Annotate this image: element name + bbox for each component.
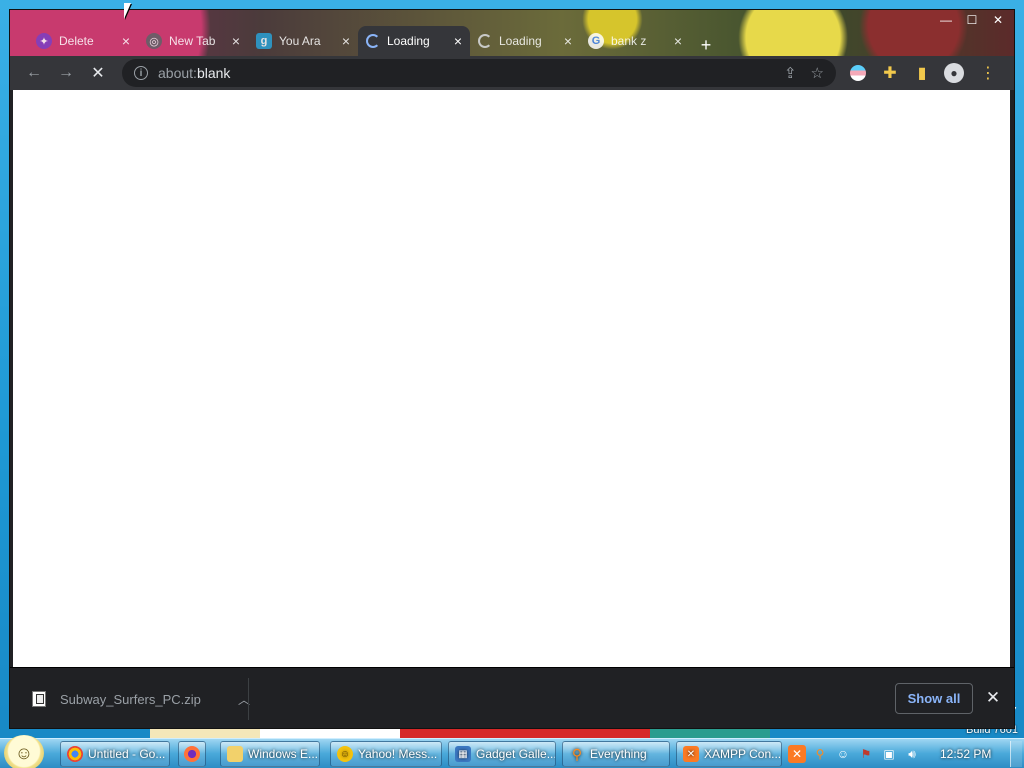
close-icon[interactable]: ×: [674, 34, 682, 48]
tab-label: Loading: [499, 34, 542, 48]
browser-toolbar: ← → ✕ i about:blank ⇪ ☆ ✚ ▮ ● ⋮: [10, 56, 1014, 90]
share-icon[interactable]: ⇪: [784, 64, 797, 82]
folder-icon: [227, 746, 243, 762]
stop-loading-icon[interactable]: ✕: [86, 61, 110, 85]
forward-arrow-icon[interactable]: →: [54, 61, 78, 85]
close-icon[interactable]: ×: [342, 34, 350, 48]
volume-icon[interactable]: 🔊︎: [903, 745, 921, 763]
info-icon[interactable]: i: [134, 66, 148, 80]
yahoo-tray-icon[interactable]: ☺: [834, 745, 852, 763]
taskbar-gadget-gallery[interactable]: ▦ Gadget Galle...: [448, 741, 556, 767]
close-download-shelf-icon[interactable]: ✕: [982, 687, 1004, 709]
taskbar-label: Yahoo! Mess...: [358, 747, 438, 761]
back-arrow-icon[interactable]: ←: [22, 61, 46, 85]
extension-flag-icon[interactable]: [846, 61, 870, 85]
tab-bank[interactable]: G bank z ×: [580, 26, 690, 56]
start-button[interactable]: ☺: [4, 735, 44, 768]
close-icon[interactable]: ×: [122, 34, 130, 48]
url-path: blank: [196, 65, 231, 81]
tab-you-ara[interactable]: g You Ara ×: [248, 26, 358, 56]
chrome-window: — ☐ ✕ ✦ Delete × ◎ New Tab × g You Ara ×: [10, 10, 1014, 728]
tab-loading[interactable]: Loading ×: [470, 26, 580, 56]
url-text[interactable]: about:blank: [158, 65, 230, 81]
zip-file-icon: [32, 691, 46, 707]
tab-new-tab[interactable]: ◎ New Tab ×: [138, 26, 248, 56]
close-icon[interactable]: ×: [232, 34, 240, 48]
show-desktop-button[interactable]: [1010, 741, 1022, 767]
profile-avatar-icon[interactable]: ●: [942, 61, 966, 85]
menu-kebab-icon[interactable]: ⋮: [976, 61, 1000, 85]
xampp-icon: ✕: [683, 746, 699, 762]
show-all-button[interactable]: Show all: [895, 683, 973, 714]
tab-label: Loading: [387, 34, 430, 48]
tab-label: New Tab: [169, 34, 216, 48]
spinner-icon: [366, 34, 380, 48]
g-letter-icon: g: [256, 33, 272, 49]
url-scheme: about:: [158, 65, 197, 81]
tab-delete[interactable]: ✦ Delete ×: [28, 26, 138, 56]
tab-label: bank z: [611, 34, 647, 48]
mouse-pointer-icon: [124, 3, 131, 19]
title-bar: — ☐ ✕ ✦ Delete × ◎ New Tab × g You Ara ×: [10, 10, 1014, 56]
taskbar-everything[interactable]: ⚲ Everything: [562, 741, 670, 767]
download-divider: [248, 678, 249, 720]
download-item[interactable]: Subway_Surfers_PC.zip ︿: [32, 686, 250, 712]
side-panel-icon[interactable]: ▮: [910, 61, 934, 85]
extensions-puzzle-icon[interactable]: ✚: [878, 61, 902, 85]
taskbar-label: Windows E...: [248, 747, 319, 761]
new-tab-button[interactable]: +: [694, 35, 718, 56]
taskbar-label: Everything: [590, 747, 647, 761]
taskbar-firefox[interactable]: [178, 741, 206, 767]
action-center-flag-icon[interactable]: ⚑: [857, 745, 875, 763]
network-icon[interactable]: ▣: [880, 745, 898, 763]
chrome-icon: [67, 746, 83, 762]
gadget-icon: ▦: [455, 746, 471, 762]
purple-app-icon: ✦: [36, 33, 52, 49]
taskbar-label: Untitled - Go...: [88, 747, 166, 761]
google-icon: G: [588, 33, 604, 49]
windows-taskbar: ☺ Untitled - Go... Windows E... ☺ Yahoo!…: [0, 735, 1024, 768]
taskbar-label: Gadget Galle...: [476, 747, 556, 761]
page-content-blank[interactable]: [13, 90, 1010, 667]
close-icon[interactable]: ×: [454, 34, 462, 48]
tab-loading-active[interactable]: Loading ×: [358, 26, 470, 56]
firefox-icon: [184, 746, 200, 762]
maximize-button[interactable]: ☐: [962, 12, 982, 28]
everything-tray-icon[interactable]: ⚲: [811, 745, 829, 763]
tab-label: You Ara: [279, 34, 321, 48]
tab-label: Delete: [59, 34, 94, 48]
taskbar-chrome[interactable]: Untitled - Go...: [60, 741, 170, 767]
download-shelf: Subway_Surfers_PC.zip ︿ Show all ✕: [10, 667, 1014, 728]
tab-strip: ✦ Delete × ◎ New Tab × g You Ara × Loadi…: [28, 22, 718, 56]
window-controls: — ☐ ✕: [936, 12, 1008, 28]
taskbar-windows-explorer[interactable]: Windows E...: [220, 741, 320, 767]
minimize-button[interactable]: —: [936, 12, 956, 28]
taskbar-label: XAMPP Con...: [704, 747, 782, 761]
address-bar[interactable]: i about:blank ⇪ ☆: [122, 59, 836, 87]
system-tray: ✕ ⚲ ☺ ⚑ ▣ 🔊︎: [788, 741, 921, 767]
spinner-icon: [478, 34, 492, 48]
taskbar-yahoo-messenger[interactable]: ☺ Yahoo! Mess...: [330, 741, 442, 767]
yahoo-messenger-icon: ☺: [337, 746, 353, 762]
download-filename: Subway_Surfers_PC.zip: [60, 691, 201, 707]
bookmark-star-icon[interactable]: ☆: [811, 64, 824, 82]
search-magnifier-icon: ⚲: [571, 745, 583, 762]
chrome-icon: ◎: [146, 33, 162, 49]
close-icon[interactable]: ×: [564, 34, 572, 48]
omnibox-actions: ⇪ ☆: [784, 64, 824, 82]
xampp-tray-icon[interactable]: ✕: [788, 745, 806, 763]
close-window-button[interactable]: ✕: [988, 12, 1008, 28]
taskbar-xampp[interactable]: ✕ XAMPP Con...: [676, 741, 782, 767]
taskbar-clock[interactable]: 12:52 PM: [940, 739, 991, 768]
